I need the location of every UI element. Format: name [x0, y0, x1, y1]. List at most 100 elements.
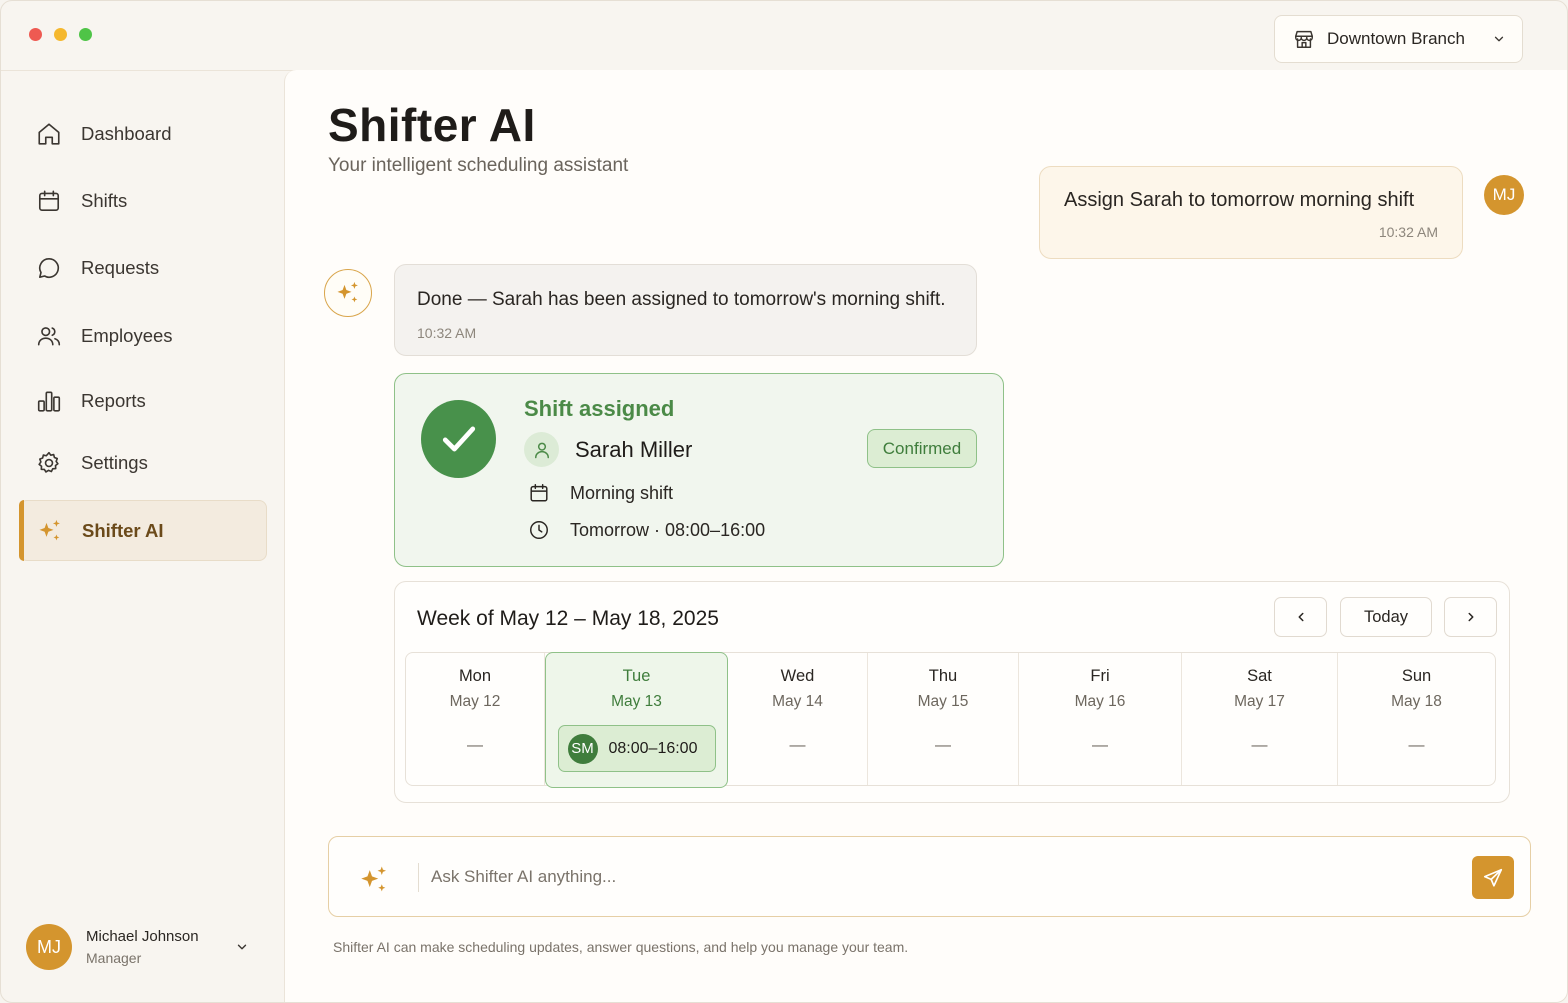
day-date: May 16 — [1074, 693, 1126, 710]
chat-bubble-icon — [35, 254, 63, 282]
shift-assigned-card: Shift assigned Sarah Miller Confirmed Mo… — [394, 373, 1004, 567]
sidebar-item-label: Shifts — [81, 190, 128, 211]
status-badge: Confirmed — [867, 429, 977, 468]
day-date: May 13 — [611, 693, 662, 710]
day-date: May 15 — [917, 693, 969, 710]
app-window: Downtown Branch Dashboard Shifts Request… — [0, 0, 1568, 1003]
day-grid: Mon May 12 — Tue May 13 SM 08:00–16:00 W… — [405, 652, 1496, 788]
sidebar-item-dashboard[interactable]: Dashboard — [19, 105, 267, 163]
sidebar-item-label: Requests — [81, 257, 160, 278]
close-window-button[interactable] — [29, 28, 42, 41]
chat-composer — [328, 836, 1531, 917]
day-column-sat[interactable]: Sat May 17 — — [1182, 653, 1338, 785]
chevron-down-icon — [1494, 36, 1504, 42]
shift-type-row: Morning shift — [528, 482, 673, 504]
message-time: 10:32 AM — [417, 325, 477, 341]
shift-pill[interactable]: SM 08:00–16:00 — [557, 725, 716, 772]
today-button[interactable]: Today — [1340, 597, 1432, 637]
user-menu[interactable]: MJ Michael Johnson Manager — [26, 924, 249, 970]
day-name: Thu — [928, 667, 958, 685]
user-message: Assign Sarah to tomorrow morning shift 1… — [1039, 166, 1463, 259]
day-name: Fri — [1090, 667, 1110, 685]
day-column-wed[interactable]: Wed May 14 — — [728, 653, 868, 785]
chevron-down-icon — [237, 944, 246, 950]
message-text: Assign Sarah to tomorrow morning shift — [1064, 189, 1415, 211]
day-name: Sat — [1247, 667, 1272, 685]
empty-slot: — — [1251, 737, 1268, 754]
minimize-window-button[interactable] — [54, 28, 67, 41]
sidebar-item-shifter-ai[interactable]: Shifter AI — [19, 500, 267, 561]
clock-icon — [530, 521, 548, 539]
sidebar-item-settings[interactable]: Settings — [19, 434, 267, 492]
next-week-button[interactable] — [1444, 597, 1497, 637]
chevron-right-icon — [1467, 612, 1474, 622]
gear-icon — [35, 449, 63, 477]
day-date: May 18 — [1391, 693, 1442, 710]
day-date: May 14 — [772, 693, 823, 710]
sidebar-item-employees[interactable]: Employees — [19, 307, 267, 365]
day-column-tue[interactable]: Tue May 13 SM 08:00–16:00 — [545, 652, 728, 788]
day-column-thu[interactable]: Thu May 15 — — [868, 653, 1019, 785]
chat-input[interactable] — [431, 859, 1461, 895]
window-controls — [29, 28, 92, 41]
send-icon — [1483, 868, 1503, 887]
sidebar-item-reports[interactable]: Reports — [19, 372, 267, 430]
branch-label: Downtown Branch — [1327, 29, 1465, 48]
calendar-icon — [35, 187, 63, 215]
avatar: MJ — [26, 924, 72, 970]
sidebar-item-label: Dashboard — [81, 123, 172, 144]
day-column-sun[interactable]: Sun May 18 — — [1338, 653, 1495, 785]
sidebar-item-label: Employees — [81, 325, 173, 346]
employee-name: Sarah Miller — [575, 436, 693, 462]
avatar: MJ — [1484, 175, 1524, 215]
employee-row: Sarah Miller — [524, 432, 692, 467]
disclaimer-text: Shifter AI can make scheduling updates, … — [333, 939, 909, 955]
sidebar-item-shifts[interactable]: Shifts — [19, 172, 267, 230]
message-time: 10:32 AM — [1378, 224, 1438, 240]
sidebar-item-requests[interactable]: Requests — [19, 239, 267, 297]
sidebar-item-label: Reports — [81, 390, 146, 411]
sidebar: Dashboard Shifts Requests Employees Repo… — [1, 71, 284, 1002]
empty-slot: — — [1092, 737, 1108, 754]
day-column-fri[interactable]: Fri May 16 — — [1019, 653, 1182, 785]
chevron-left-icon — [1297, 612, 1304, 622]
page-title: Shifter AI — [328, 99, 536, 151]
composer-divider — [418, 863, 419, 892]
users-icon — [35, 322, 63, 350]
branch-selector[interactable]: Downtown Branch — [1274, 15, 1523, 63]
week-title: Week of May 12 – May 18, 2025 — [417, 607, 719, 630]
page-subtitle: Your intelligent scheduling assistant — [328, 155, 629, 176]
sidebar-item-label: Shifter AI — [82, 519, 164, 541]
day-column-mon[interactable]: Mon May 12 — — [406, 653, 545, 785]
avatar: SM — [567, 733, 598, 764]
message-text: Done — Sarah has been assigned to tomorr… — [417, 289, 946, 310]
empty-slot: — — [935, 737, 951, 754]
day-name: Mon — [458, 667, 492, 685]
send-button[interactable] — [1472, 856, 1514, 899]
shift-pill-time: 08:00–16:00 — [608, 739, 698, 757]
prev-week-button[interactable] — [1274, 597, 1327, 637]
home-icon — [35, 120, 63, 148]
sidebar-item-label: Settings — [81, 452, 148, 473]
person-icon — [524, 432, 559, 467]
bar-chart-icon — [35, 387, 63, 415]
main-panel: Shifter AI Your intelligent scheduling a… — [284, 70, 1567, 1002]
sparkle-icon — [36, 517, 64, 545]
sparkle-icon — [337, 281, 358, 303]
user-name: Michael Johnson — [86, 928, 199, 945]
maximize-window-button[interactable] — [79, 28, 92, 41]
user-info: Michael Johnson Manager — [86, 928, 199, 966]
day-date: May 12 — [449, 693, 501, 710]
card-title: Shift assigned — [524, 396, 675, 421]
week-schedule: Week of May 12 – May 18, 2025 Today Mon … — [394, 581, 1510, 803]
day-date: May 17 — [1234, 693, 1285, 710]
day-name: Sun — [1401, 667, 1432, 685]
empty-slot: — — [1408, 737, 1425, 754]
shift-time: Tomorrow · 08:00–16:00 — [570, 519, 766, 540]
empty-slot: — — [789, 737, 806, 754]
store-icon — [1295, 30, 1313, 48]
user-role: Manager — [86, 950, 142, 966]
ai-message: Done — Sarah has been assigned to tomorr… — [394, 264, 977, 356]
ai-avatar — [324, 269, 372, 317]
shift-time-row: Tomorrow · 08:00–16:00 — [528, 519, 765, 541]
